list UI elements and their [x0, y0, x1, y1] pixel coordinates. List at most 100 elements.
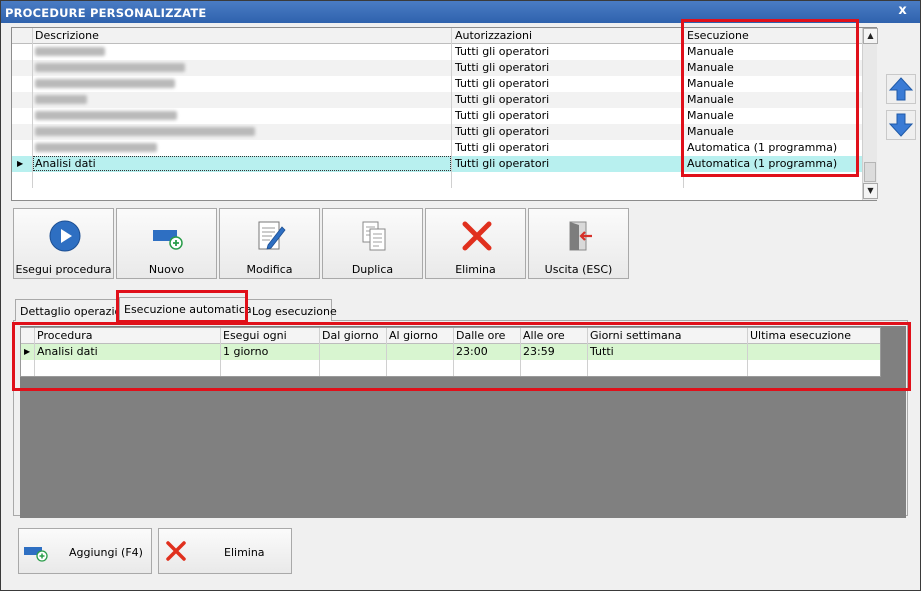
move-up-button[interactable] [886, 74, 916, 104]
tab-dettaglio-operazioni-label: Dettaglio operazioni [20, 305, 118, 318]
modifica-button[interactable]: Modifica [219, 208, 320, 279]
column-header-alle-ore[interactable]: Alle ore [521, 328, 587, 343]
column-header-giorni-settimana[interactable]: Giorni settimana [588, 328, 746, 343]
add-icon [153, 230, 183, 250]
aggiungi-label: Aggiungi (F4) [69, 546, 143, 559]
cell-autorizzazioni[interactable]: Tutti gli operatori [453, 92, 683, 107]
aggiungi-button[interactable]: Aggiungi (F4) [18, 528, 152, 574]
column-divider [34, 328, 35, 376]
redacted-text [35, 95, 87, 104]
column-header-esegui-ogni[interactable]: Esegui ogni [221, 328, 319, 343]
cell-descrizione[interactable] [33, 124, 451, 140]
uscita-button[interactable]: Uscita (ESC) [528, 208, 629, 279]
column-header-autorizzazioni[interactable]: Autorizzazioni [453, 28, 683, 43]
cell-descrizione[interactable] [33, 92, 451, 108]
modifica-label: Modifica [246, 263, 293, 276]
table-row[interactable]: Tutti gli operatori Manuale [12, 92, 863, 108]
cell-esecuzione[interactable]: Manuale [685, 44, 861, 59]
cell-esecuzione[interactable]: Manuale [685, 60, 861, 75]
row-pointer-icon: ▶ [17, 159, 24, 168]
schedule-cell-dalle-ore[interactable]: 23:00 [454, 344, 520, 359]
elimina-label: Elimina [455, 263, 496, 276]
cell-descrizione[interactable] [33, 140, 451, 156]
scroll-down-icon[interactable]: ▼ [863, 183, 878, 199]
duplica-button[interactable]: Duplica [322, 208, 423, 279]
column-header-dalle-ore[interactable]: Dalle ore [454, 328, 520, 343]
cell-autorizzazioni[interactable]: Tutti gli operatori [453, 124, 683, 139]
cell-esecuzione[interactable]: Manuale [685, 108, 861, 123]
redacted-text [35, 111, 177, 120]
cell-esecuzione[interactable]: Automatica (1 programma) [685, 140, 861, 155]
tab-esecuzione-automatica[interactable]: Esecuzione automatica [119, 297, 252, 322]
elimina-button[interactable]: Elimina [425, 208, 526, 279]
cell-esecuzione[interactable]: Manuale [685, 76, 861, 91]
redacted-text [35, 127, 255, 136]
redacted-text [35, 79, 175, 88]
cell-autorizzazioni[interactable]: Tutti gli operatori [453, 60, 683, 75]
add-icon [24, 547, 48, 562]
column-header-esecuzione[interactable]: Esecuzione [685, 28, 855, 43]
exit-door-icon [569, 221, 592, 251]
cell-autorizzazioni[interactable]: Tutti gli operatori [453, 156, 683, 171]
column-header-descrizione[interactable]: Descrizione [33, 28, 453, 43]
cell-autorizzazioni[interactable]: Tutti gli operatori [453, 140, 683, 155]
move-down-button[interactable] [886, 110, 916, 140]
copy-document-icon [362, 221, 386, 251]
table-row[interactable]: Tutti gli operatori Manuale [12, 60, 863, 76]
procedures-window: PROCEDURE PERSONALIZZATE x Descrizione A… [0, 0, 921, 591]
nuovo-label: Nuovo [148, 263, 185, 276]
column-divider [451, 28, 452, 188]
tab-log-esecuzione-label: Log esecuzione [252, 305, 337, 318]
table-row[interactable]: Tutti gli operatori Manuale [12, 76, 863, 92]
cell-descrizione[interactable] [33, 44, 451, 60]
table-row[interactable]: ▶ Analisi dati Tutti gli operatori Automati… [12, 156, 863, 172]
tab-dettaglio-operazioni[interactable]: Dettaglio operazioni [15, 299, 119, 321]
scroll-up-icon[interactable]: ▲ [863, 28, 878, 44]
column-header-procedura[interactable]: Procedura [35, 328, 221, 343]
schedule-cell-procedura[interactable]: Analisi dati [35, 344, 221, 359]
cell-descrizione[interactable]: Analisi dati [33, 156, 451, 171]
nuovo-button[interactable]: Nuovo [116, 208, 217, 279]
close-icon[interactable]: x [898, 3, 907, 18]
schedule-cell-alle-ore[interactable]: 23:59 [521, 344, 587, 359]
cell-autorizzazioni[interactable]: Tutti gli operatori [453, 76, 683, 91]
column-divider [386, 328, 387, 376]
scroll-thumb[interactable] [864, 162, 876, 182]
cell-esecuzione[interactable]: Manuale [685, 92, 861, 107]
esegui-procedura-label: Esegui procedura [15, 263, 112, 276]
schedule-cell-esegui-ogni[interactable]: 1 giorno [221, 344, 319, 359]
schedule-cell-giorni-settimana[interactable]: Tutti [588, 344, 746, 359]
play-icon [49, 220, 81, 252]
column-header-dal-giorno[interactable]: Dal giorno [320, 328, 386, 343]
cell-descrizione[interactable] [33, 108, 451, 124]
esegui-procedura-button[interactable]: Esegui procedura [13, 208, 114, 279]
vertical-scrollbar[interactable]: ▲ ▼ [862, 28, 878, 200]
table-row[interactable]: Tutti gli operatori Manuale [12, 124, 863, 140]
cell-descrizione[interactable] [33, 60, 451, 76]
arrow-down-icon [888, 113, 914, 137]
delete-x-icon [166, 541, 186, 561]
cell-descrizione[interactable] [33, 76, 451, 92]
schedule-grid-header: Procedura Esegui ogni Dal giorno Al gior… [21, 328, 880, 344]
column-divider [587, 328, 588, 376]
cell-esecuzione[interactable]: Manuale [685, 124, 861, 139]
table-row[interactable]: Tutti gli operatori Manuale [12, 108, 863, 124]
elimina-schedule-button[interactable]: Elimina [158, 528, 292, 574]
cell-autorizzazioni[interactable]: Tutti gli operatori [453, 44, 683, 59]
table-row[interactable]: Tutti gli operatori Automatica (1 program… [12, 140, 863, 156]
column-header-ultima-esecuzione[interactable]: Ultima esecuzione [748, 328, 878, 343]
table-row[interactable]: Tutti gli operatori Manuale [12, 44, 863, 60]
elimina-schedule-label: Elimina [224, 546, 265, 559]
procedures-grid-header: Descrizione Autorizzazioni Esecuzione [12, 28, 863, 44]
redacted-text [35, 47, 105, 56]
cell-autorizzazioni[interactable]: Tutti gli operatori [453, 108, 683, 123]
redacted-text [35, 63, 185, 72]
cell-esecuzione[interactable]: Automatica (1 programma) [685, 156, 861, 171]
column-divider [683, 28, 684, 188]
procedures-grid: Descrizione Autorizzazioni Esecuzione Tu… [11, 27, 878, 201]
window-title: PROCEDURE PERSONALIZZATE [5, 6, 207, 20]
schedule-row[interactable]: ▶ Analisi dati 1 giorno 23:00 23:59 Tutt… [21, 344, 880, 360]
column-divider [220, 328, 221, 376]
tab-log-esecuzione[interactable]: Log esecuzione [247, 299, 337, 321]
column-header-al-giorno[interactable]: Al giorno [387, 328, 453, 343]
